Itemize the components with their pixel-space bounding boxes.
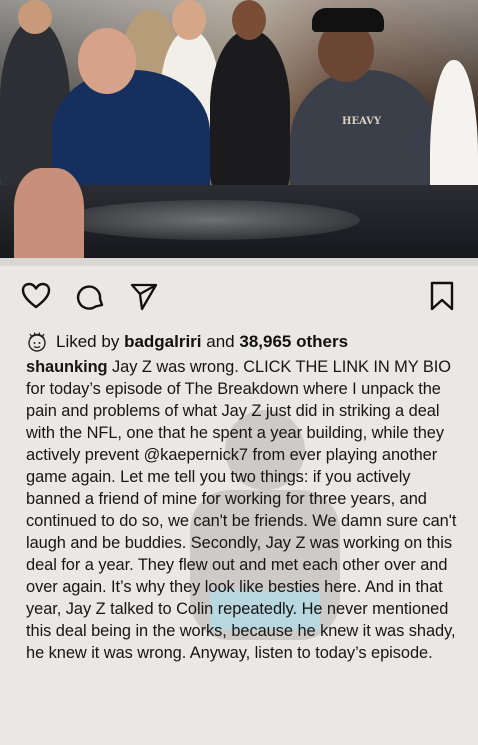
caption-text: Jay Z was wrong. CLICK THE LINK IN MY BI… xyxy=(26,358,457,662)
post-caption: shaunking Jay Z was wrong. CLICK THE LIN… xyxy=(26,356,466,664)
likes-summary: Liked by badgalriri and 38,965 others xyxy=(26,330,348,354)
photo-head-woman2 xyxy=(232,0,266,40)
photo-shirt-text: HEAVY xyxy=(342,116,381,127)
likes-prefix: Liked by xyxy=(56,332,120,351)
liker-username[interactable]: badgalriri xyxy=(124,332,201,352)
bookmark-icon[interactable] xyxy=(426,280,458,312)
photo-table-reflection xyxy=(60,200,360,240)
post-action-bar xyxy=(0,266,478,324)
photo-person-woman2 xyxy=(210,30,290,190)
photo-head-woman1 xyxy=(172,0,206,40)
photo-bottom-strip xyxy=(0,258,478,266)
photo-head-blue-shirt xyxy=(78,28,136,94)
comment-icon[interactable] xyxy=(75,280,107,312)
photo-cap xyxy=(312,8,384,32)
likes-count[interactable]: 38,965 others xyxy=(239,332,348,352)
likes-and: and xyxy=(206,332,235,351)
photo-hand-foreground xyxy=(14,168,84,266)
caption-username[interactable]: shaunking xyxy=(26,358,108,376)
send-icon[interactable] xyxy=(128,280,160,312)
liker-avatar-icon[interactable] xyxy=(26,331,48,353)
heart-icon[interactable] xyxy=(20,280,52,312)
photo-head-left xyxy=(18,0,52,34)
post-photo[interactable]: HEAVY xyxy=(0,0,478,266)
